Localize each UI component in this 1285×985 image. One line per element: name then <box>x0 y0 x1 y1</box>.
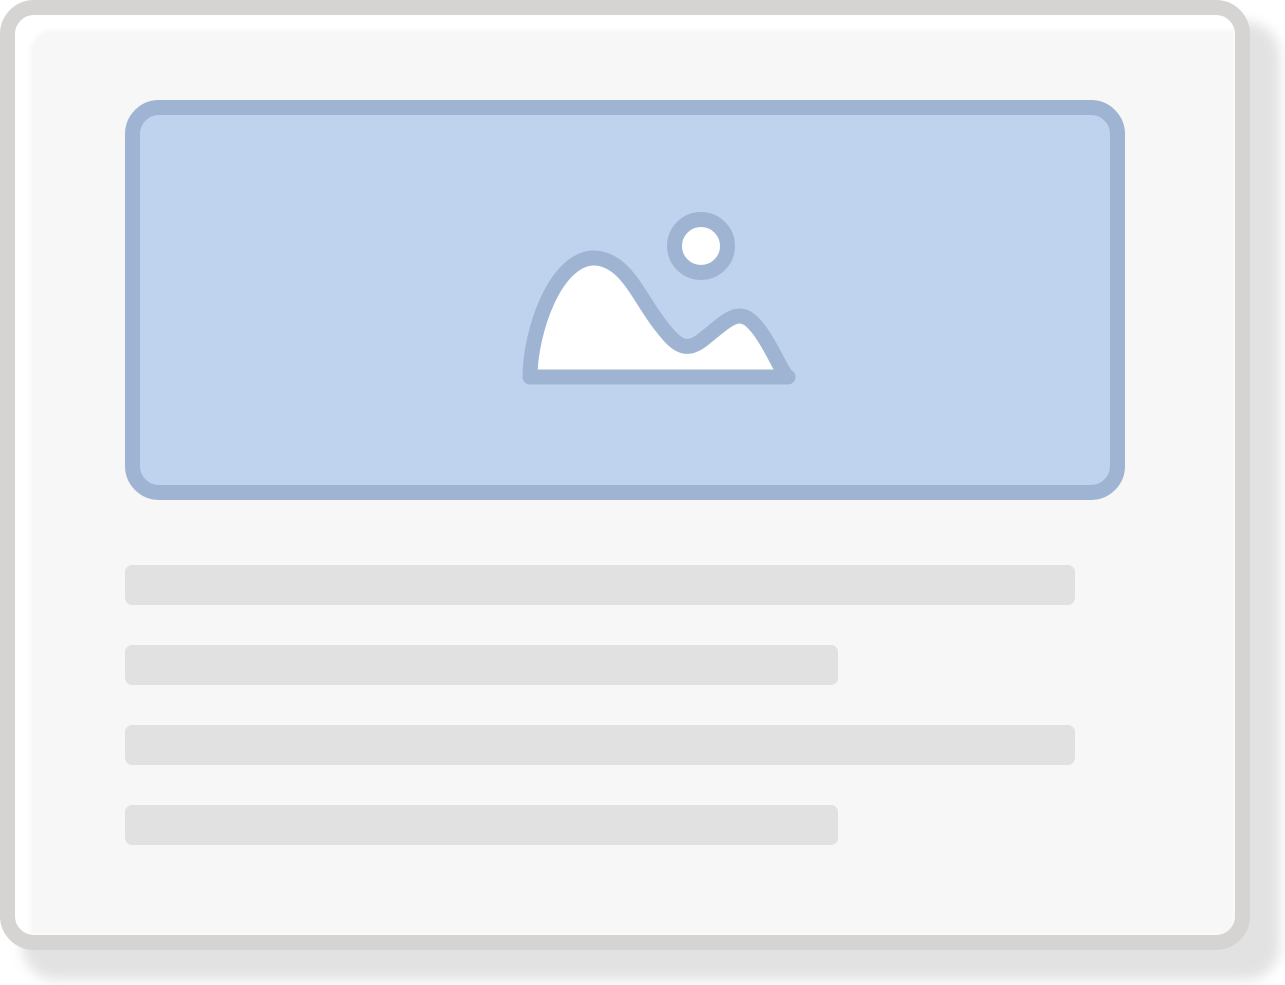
text-skeleton-line <box>125 565 1075 605</box>
image-placeholder-icon <box>522 212 796 385</box>
card-content <box>15 15 1235 935</box>
sun-icon <box>667 212 735 280</box>
image-placeholder <box>125 100 1125 500</box>
text-skeleton-line <box>125 645 838 685</box>
mountain-icon <box>522 250 796 385</box>
text-skeleton-line <box>125 725 1075 765</box>
text-skeleton-line <box>125 805 838 845</box>
wireframe-stage <box>0 0 1285 985</box>
content-card <box>0 0 1250 950</box>
